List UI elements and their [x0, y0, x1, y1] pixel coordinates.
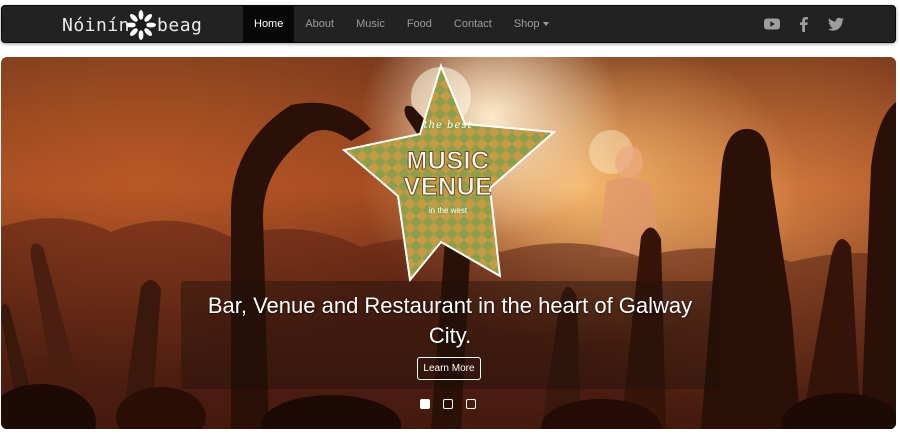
nav-item-home: Home — [243, 6, 295, 42]
social-links — [763, 6, 845, 42]
nav-link-about[interactable]: About — [294, 6, 345, 42]
twitter-icon — [828, 17, 844, 31]
carousel-indicators — [420, 399, 476, 409]
nav-link-food[interactable]: Food — [396, 6, 443, 42]
nav-link-shop[interactable]: Shop — [503, 6, 560, 42]
nav-link-shop-label: Shop — [513, 18, 540, 30]
main-nav: Home About Music Food Contact Shop — [243, 6, 560, 42]
daisy-icon — [126, 10, 157, 40]
badge-in-the-west: in the west — [428, 206, 468, 215]
nav-item-shop: Shop — [503, 6, 560, 42]
hero-carousel[interactable]: the best MUSIC VENUE in the west Bar, Ve… — [1, 57, 896, 429]
carousel-indicator-1[interactable] — [420, 399, 430, 409]
nav-item-contact: Contact — [443, 6, 503, 42]
youtube-icon — [764, 18, 780, 30]
badge-music: MUSIC — [406, 147, 490, 175]
brand-logo[interactable]: Nóinín beag — [62, 9, 202, 41]
twitter-link[interactable] — [827, 15, 845, 33]
carousel-indicator-2[interactable] — [443, 399, 453, 409]
caret-down-icon — [542, 22, 549, 27]
brand-name-second: beag — [157, 14, 203, 36]
nav-link-contact[interactable]: Contact — [443, 6, 503, 42]
facebook-link[interactable] — [795, 15, 813, 33]
nav-item-food: Food — [396, 6, 443, 42]
badge-venue: VENUE — [403, 173, 493, 201]
badge-the-best: the best — [423, 120, 473, 131]
nav-item-about: About — [294, 6, 345, 42]
nav-link-home[interactable]: Home — [243, 6, 295, 42]
youtube-link[interactable] — [763, 15, 781, 33]
nav-item-music: Music — [345, 6, 396, 42]
carousel-indicator-3[interactable] — [466, 399, 476, 409]
facebook-icon — [799, 17, 808, 32]
learn-more-button[interactable]: Learn More — [417, 357, 481, 380]
top-navbar: Nóinín beag Home About Music Food Contac… — [1, 5, 896, 43]
carousel-caption: Bar, Venue and Restaurant in the heart o… — [207, 293, 693, 348]
nav-link-music[interactable]: Music — [345, 6, 396, 42]
brand-name-first: Nóinín — [62, 14, 131, 36]
